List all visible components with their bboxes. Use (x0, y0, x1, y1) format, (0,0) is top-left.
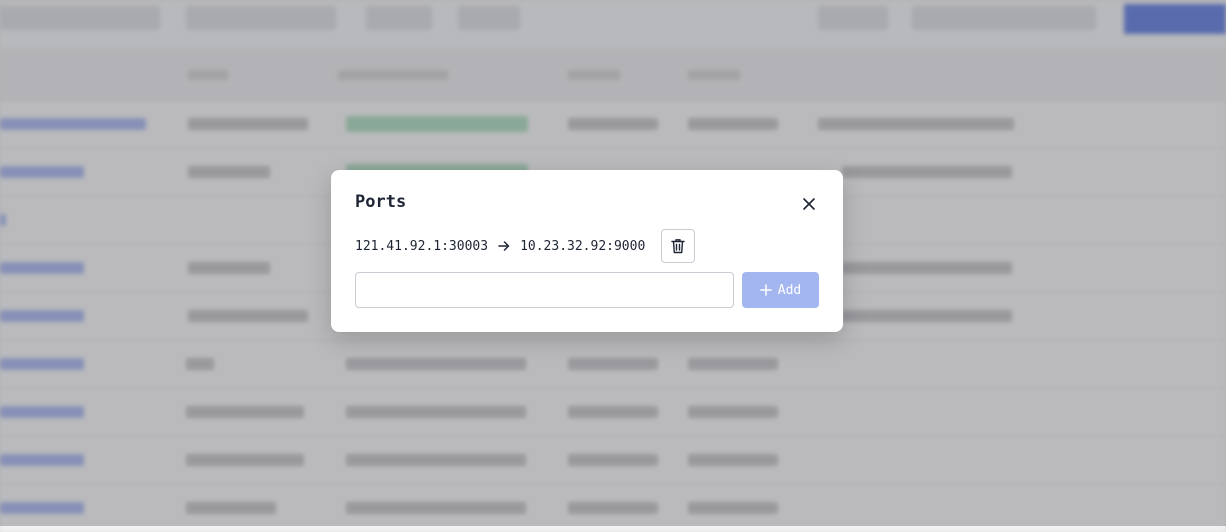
delete-port-button[interactable] (661, 229, 696, 263)
arrow-right-icon (498, 240, 510, 252)
ports-dialog: Ports 121.41.92.1:30003 10.23.32.92:9000… (331, 170, 843, 332)
plus-icon (760, 284, 772, 296)
port-source: 121.41.92.1:30003 (355, 238, 489, 254)
add-port-button[interactable]: Add (742, 272, 819, 308)
close-icon (803, 198, 815, 210)
port-mapping-row: 121.41.92.1:30003 10.23.32.92:9000 (355, 228, 696, 264)
close-button[interactable] (799, 194, 819, 214)
port-input[interactable] (355, 272, 734, 308)
port-target: 10.23.32.92:9000 (520, 238, 646, 254)
add-button-label: Add (777, 282, 802, 298)
dialog-title: Ports (355, 192, 407, 212)
trash-icon (671, 239, 685, 254)
